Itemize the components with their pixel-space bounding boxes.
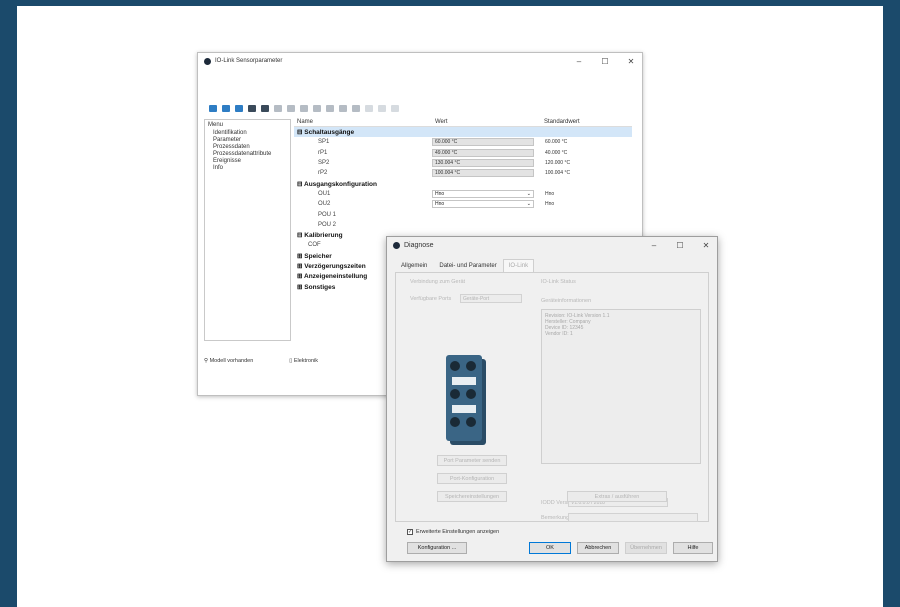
open-icon[interactable] [209,104,217,112]
close-button[interactable]: ✕ [701,241,711,250]
save-icon[interactable] [222,104,230,112]
connect-icon[interactable] [248,104,256,112]
tab-datei-parameter[interactable]: Datei- und Parameter [433,259,502,273]
model-status: ⚲ Modell vorhanden [204,358,254,364]
diagnose-dialog: Diagnose – ☐ ✕ Allgemein Datei- und Para… [386,236,718,562]
main-window-title: IO-Link Sensorparameter [215,58,283,64]
port-label: Verfügbare Ports [410,296,452,302]
value-field[interactable]: 49.000 °C [432,148,534,157]
toolbar [198,101,642,115]
upload-icon[interactable] [274,104,282,112]
app-icon [393,241,400,249]
table-row: SP2 130.004 °C 120.000 °C [318,159,571,168]
value-field[interactable]: 60.000 °C [432,138,534,147]
app-icon [204,57,211,65]
configure-button[interactable]: Konfiguration ... [407,542,467,554]
reset-icon[interactable] [339,104,347,112]
table-row: OU2 Hno ⌄ Hno [318,200,555,209]
tab-allgemein[interactable]: Allgemein [395,259,433,273]
connection-label: Verbindung zum Gerät [410,279,466,285]
value-dropdown[interactable]: Hno ⌄ [432,200,534,209]
table-row: SP1 60.000 °C 60.000 °C [318,138,568,147]
note-field[interactable] [568,513,698,522]
link-icon: ⚲ [204,358,209,364]
device-info-box: Revision: IO-Link Version 1.1 Hersteller… [541,309,701,464]
column-default[interactable]: Standardwert [541,119,632,126]
chevron-down-icon: ⌄ [526,201,531,208]
menu-item-identifikation[interactable]: Identifikation [205,130,290,137]
dialog-title: Diagnose [404,241,434,249]
cancel-button[interactable]: Abbrechen [577,542,619,554]
maximize-button[interactable]: ☐ [600,57,610,66]
extras-button[interactable]: Extras / ausführen [567,491,667,502]
menu-item-prozessdaten[interactable]: Prozessdaten [205,144,290,151]
note-label: Bemerkung [541,515,570,521]
grid-header: Name Wert Standardwert [294,119,632,127]
value-field[interactable]: 130.004 °C [432,159,534,168]
menu-item-info[interactable]: Info [205,165,290,172]
value-field[interactable]: 100.004 °C [432,169,534,178]
dialog-titlebar: Diagnose – ☐ ✕ [387,237,717,253]
table-row: OU1 Hno ⌄ Hno [318,189,555,198]
menu-item-ereignisse[interactable]: Ereignisse [205,158,290,165]
minimize-button[interactable]: – [649,241,659,250]
minimize-button[interactable]: – [574,57,584,66]
port-configuration-button[interactable]: Port-Konfiguration [437,473,507,484]
help-button[interactable]: Hilfe [673,542,713,554]
info-line: Vendor ID: 1 [545,331,573,337]
group-row[interactable]: ⊟ Ausgangskonfiguration [294,178,632,188]
table-row: POU 1 [318,211,337,218]
table-row: POU 2 [318,221,337,228]
menu-header: Menu [208,122,224,128]
group-row[interactable]: ⊟ Schaltausgänge [294,127,632,138]
column-name[interactable]: Name [294,119,432,126]
settings-icon[interactable] [391,104,399,112]
tab-content: Verbindung zum Gerät Verfügbare Ports Ge… [395,272,709,522]
send-port-parameter-button[interactable]: Port Parameter senden [437,455,507,466]
menu-pane: Menu Identifikation Parameter Prozessdat… [204,119,291,341]
dialog-tabs: Allgemein Datei- und Parameter IO-Link [395,259,535,273]
status-label: IO-Link Status [541,279,576,285]
table-row: rP1 49.000 °C 40.000 °C [318,148,568,157]
menu-item-prozessdatenattribute[interactable]: Prozessdatenattribute [205,151,290,158]
download-icon[interactable] [287,104,295,112]
checkbox-icon[interactable]: ✓ [407,529,413,535]
column-value[interactable]: Wert [432,119,541,126]
ok-button[interactable]: OK [529,542,571,554]
table-row: rP2 100.004 °C 100.004 °C [318,169,571,178]
tab-io-link[interactable]: IO-Link [502,259,535,273]
electronics-status: ▯ Elektronik [289,358,319,364]
apply-button[interactable]: Übernehmen [625,542,667,554]
info-header: Geräteinformationen [541,298,592,304]
maximize-button[interactable]: ☐ [675,241,685,250]
device-icon[interactable] [235,104,243,112]
main-titlebar: IO-Link Sensorparameter – ☐ ✕ [198,53,642,69]
chevron-down-icon: ⌄ [526,190,531,197]
advanced-settings-checkbox[interactable]: ✓ Erweiterte Einstellungen anzeigen [407,529,499,535]
port-select[interactable]: Geräte-Port [460,294,522,303]
device-image [446,355,486,445]
undo-icon[interactable] [365,104,373,112]
info-icon[interactable] [261,104,269,112]
copy-icon[interactable] [313,104,321,112]
paste-icon[interactable] [326,104,334,112]
storage-settings-button[interactable]: Speichereinstellungen [437,491,507,502]
menu-item-parameter[interactable]: Parameter [205,137,290,144]
chip-icon: ▯ [289,358,293,364]
close-button[interactable]: ✕ [626,57,636,66]
print-icon[interactable] [352,104,360,112]
value-dropdown[interactable]: Hno ⌄ [432,189,534,198]
redo-icon[interactable] [378,104,386,112]
compare-icon[interactable] [300,104,308,112]
